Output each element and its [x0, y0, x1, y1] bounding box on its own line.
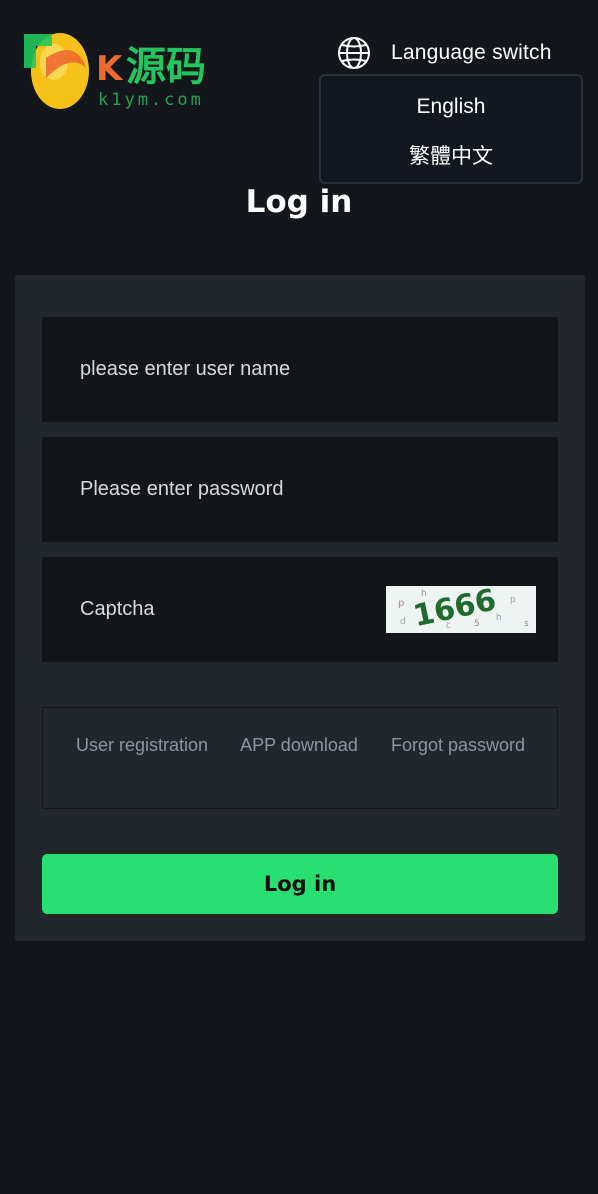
svg-text:d: d — [400, 617, 406, 627]
language-switch-label: Language switch — [391, 41, 552, 64]
username-field — [42, 317, 558, 422]
site-logo[interactable]: K 源码 k1ym.com — [16, 28, 236, 112]
auxiliary-links: User registration APP download Forgot pa… — [42, 707, 558, 809]
forgot-password-link[interactable]: Forgot password — [388, 732, 528, 759]
login-button[interactable]: Log in — [42, 854, 558, 914]
svg-text:K: K — [96, 49, 124, 89]
logo-sub-text: k1ym.com — [98, 90, 204, 110]
logo-graphic: K 源码 k1ym.com — [24, 33, 206, 110]
captcha-image[interactable]: p h d c 5 h p s 1666 — [386, 586, 536, 633]
user-registration-link[interactable]: User registration — [72, 732, 212, 759]
svg-text:p: p — [510, 595, 516, 605]
language-option-traditional-chinese[interactable]: 繁體中文 — [321, 140, 581, 170]
password-input[interactable] — [80, 437, 380, 542]
page-title: Log in — [245, 184, 353, 220]
username-input[interactable] — [80, 317, 380, 422]
app-download-link[interactable]: APP download — [229, 732, 369, 759]
svg-text:p: p — [398, 598, 404, 609]
captcha-input[interactable] — [80, 557, 380, 662]
language-switch[interactable]: Language switch — [336, 34, 552, 72]
globe-icon — [338, 37, 370, 69]
svg-text:s: s — [524, 619, 529, 629]
logo-main-text: 源码 — [126, 44, 206, 90]
language-option-english[interactable]: English — [321, 95, 581, 119]
captcha-graphic: p h d c 5 h p s 1666 — [386, 586, 536, 633]
language-menu: English 繁體中文 — [319, 74, 583, 184]
captcha-field: p h d c 5 h p s 1666 — [42, 557, 558, 662]
password-field — [42, 437, 558, 542]
login-panel: p h d c 5 h p s 1666 User registration A… — [15, 275, 585, 941]
